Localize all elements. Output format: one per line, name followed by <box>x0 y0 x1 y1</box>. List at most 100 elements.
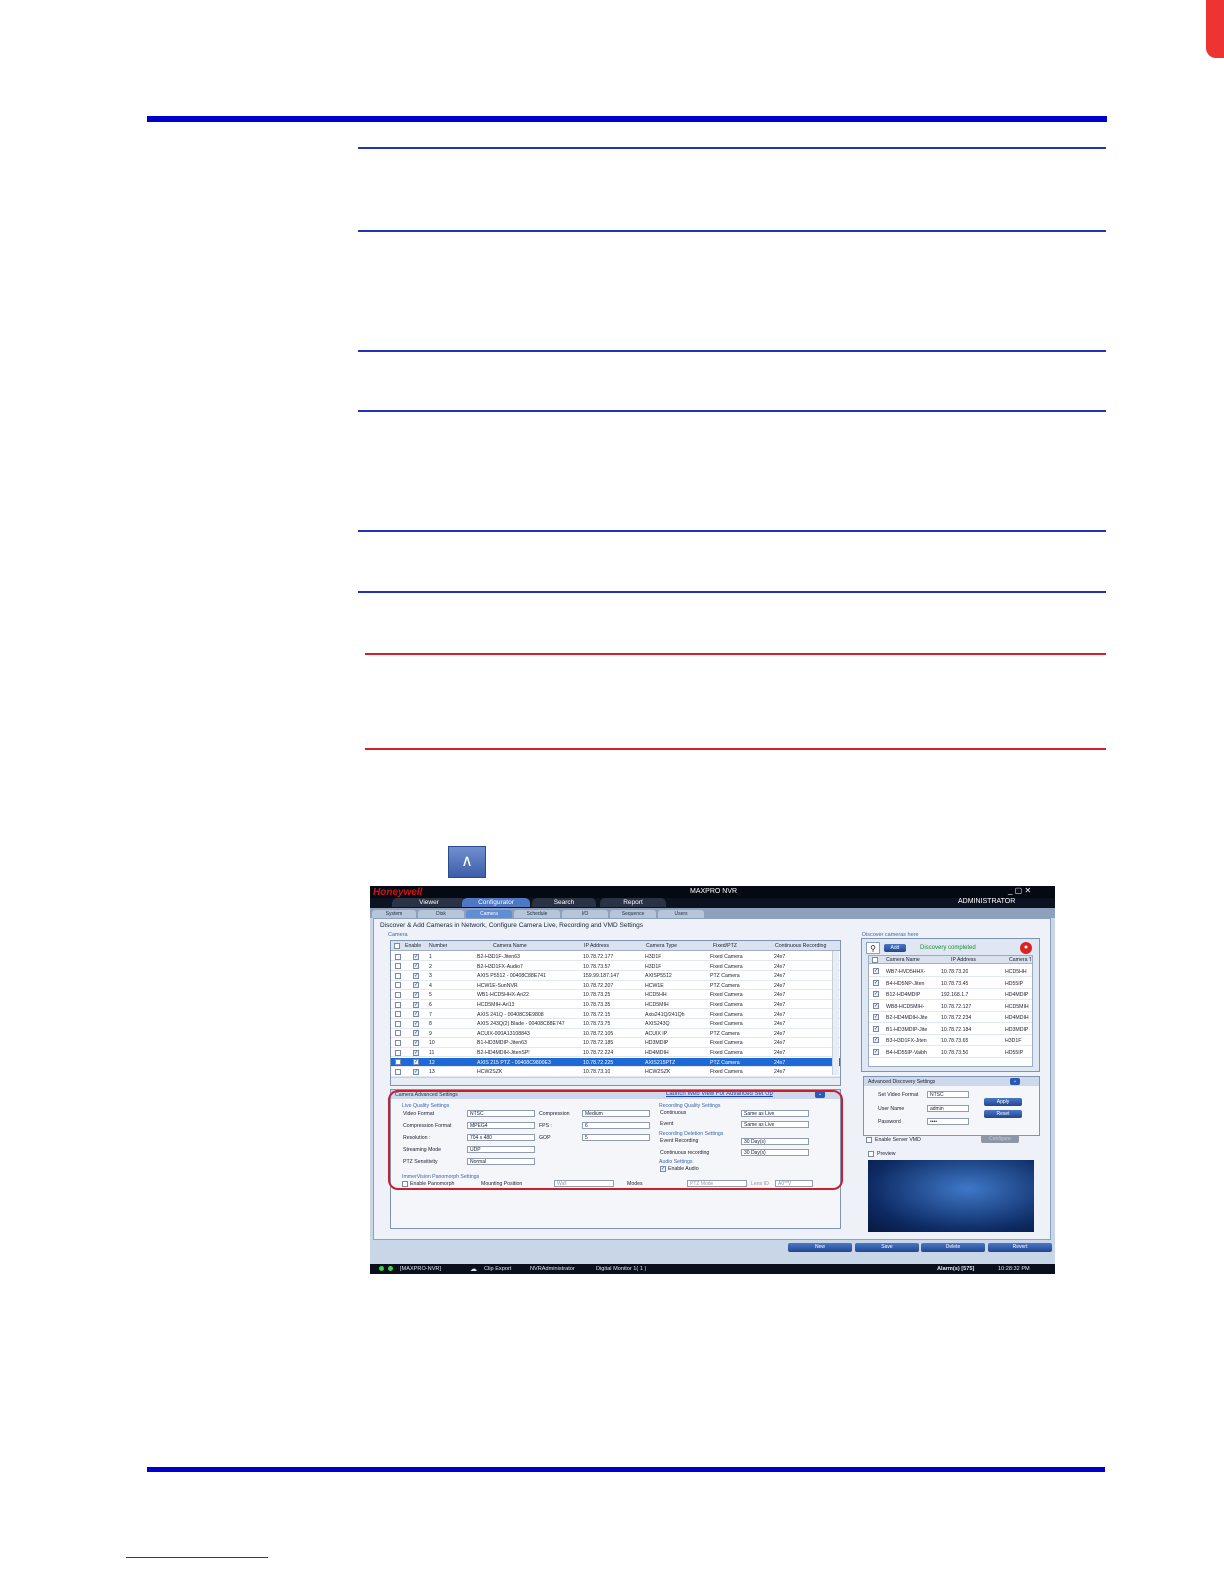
tab-configurator[interactable]: Configurator <box>462 898 530 907</box>
reset-button[interactable]: Reset <box>984 1110 1022 1118</box>
subtab-camera[interactable]: Camera <box>466 910 512 918</box>
discover-row-checkbox[interactable]: ✓ <box>873 968 879 974</box>
col-ip-address[interactable]: IP Address <box>584 943 609 949</box>
apply-button[interactable]: Apply <box>984 1098 1022 1106</box>
tab-report[interactable]: Report <box>600 898 666 907</box>
enable-checkbox[interactable]: ✓ <box>413 953 419 960</box>
table-row[interactable]: ✓ 3 AXIS P5512 - 00408C88E741 159.99.187.14… <box>391 971 840 981</box>
col-continuous-recording[interactable]: Continuous Recording <box>775 943 831 949</box>
enable-checkbox[interactable]: ✓ <box>413 1020 419 1027</box>
discover-row-checkbox[interactable]: ✓ <box>873 979 879 986</box>
discover-col-name[interactable]: Camera Name <box>886 957 920 963</box>
col-fixed-ptz[interactable]: Fixed/PTZ <box>713 943 737 949</box>
table-row[interactable]: ✓ 7 AXIS 241Q - 00408C9E9808 10.78.72.15 Axi… <box>391 1010 840 1019</box>
subtab-system[interactable]: System <box>372 910 416 918</box>
enable-checkbox[interactable]: ✓ <box>413 1011 419 1018</box>
enable-checkbox[interactable]: ✓ <box>413 1068 419 1075</box>
row-select-checkbox[interactable] <box>395 991 401 998</box>
clip-export[interactable]: Clip Export <box>484 1266 511 1272</box>
col-camera-name[interactable]: Camera Name <box>493 943 527 949</box>
search-icon[interactable]: ⚲ <box>866 942 880 954</box>
table-row[interactable]: ✓ 10 B1-HD3MDIP-Jiten63 10.78.72.185 HD3MDIP… <box>391 1038 840 1048</box>
new-button[interactable]: New <box>788 1243 852 1252</box>
enable-checkbox[interactable]: ✓ <box>413 963 419 970</box>
table-vertical-scrollbar[interactable] <box>832 951 839 1075</box>
tab-viewer[interactable]: Viewer <box>392 898 466 907</box>
table-row[interactable]: ✓ 13 HCW2SZK 10.78.73.10 HCW2SZK Fixed Camera… <box>391 1067 840 1077</box>
row-select-checkbox[interactable] <box>395 953 401 960</box>
discover-row[interactable]: ✓ WB8-HCD5MIH- 10.78.72.127 HCD5MIH <box>869 1001 1032 1012</box>
enable-checkbox[interactable]: ✓ <box>413 1049 419 1056</box>
stop-icon[interactable]: ● <box>1020 942 1032 954</box>
enable-checkbox[interactable]: ✓ <box>413 982 419 989</box>
subtab-sequence[interactable]: Sequence <box>610 910 656 918</box>
table-row[interactable]: ✓ 9 ACUIX-000A13108843 10.78.72.105 ACUIX IP… <box>391 1029 840 1039</box>
preview-checkbox[interactable] <box>868 1151 874 1157</box>
table-row[interactable]: ✓ 11 B2-HD4MDIH-JitenSP! 10.78.72.224 HD4MDI… <box>391 1048 840 1058</box>
discover-row[interactable]: ✓ B2-HD4MDIH-Jite 10.78.72.234 HD4MDIH <box>869 1012 1032 1023</box>
row-select-checkbox[interactable] <box>395 1030 401 1037</box>
discover-row[interactable]: ✓ B4-HD55IP-Vaibh 10.78.73.50 HD55IP <box>869 1047 1032 1058</box>
discover-select-all[interactable] <box>872 957 878 963</box>
discover-row-checkbox[interactable]: ✓ <box>873 1025 879 1032</box>
password-input[interactable]: •••• <box>927 1118 969 1125</box>
enable-server-vmd-checkbox[interactable] <box>866 1137 872 1143</box>
window-controls[interactable]: _ ▢ ✕ <box>1008 886 1031 895</box>
row-select-checkbox[interactable] <box>395 1068 401 1075</box>
save-button[interactable]: Save <box>855 1243 919 1252</box>
row-select-checkbox[interactable] <box>395 1049 401 1056</box>
table-row[interactable]: ✓ 1 B2-H3D1F-Jiten63 10.78.72.177 H3D1F Fixed… <box>391 952 840 962</box>
row-select-checkbox[interactable] <box>395 1039 401 1046</box>
row-select-checkbox[interactable] <box>395 972 401 979</box>
subtab-users[interactable]: Users <box>658 910 704 918</box>
table-horizontal-scrollbar[interactable] <box>391 1077 840 1085</box>
row-select-checkbox[interactable] <box>395 982 401 989</box>
enable-checkbox[interactable]: ✓ <box>413 1059 419 1066</box>
row-select-checkbox[interactable] <box>395 1020 401 1027</box>
set-video-format-select[interactable]: NTSC <box>927 1091 969 1098</box>
clip-export-icon[interactable]: ☁ <box>470 1265 477 1273</box>
enable-checkbox[interactable]: ✓ <box>413 972 419 979</box>
enable-checkbox[interactable]: ✓ <box>413 991 419 998</box>
subtab-io[interactable]: I/O <box>562 910 608 918</box>
col-camera-type[interactable]: Camera Type <box>646 943 677 949</box>
adv-discovery-chevron-icon[interactable]: ⌄ <box>1010 1078 1020 1085</box>
subtab-schedule[interactable]: Schedule <box>514 910 560 918</box>
discover-row[interactable]: ✓ B1-HD3MDIP-Jite 10.78.72.184 HD3MDIP <box>869 1024 1032 1035</box>
enable-checkbox[interactable]: ✓ <box>413 1030 419 1037</box>
revert-button[interactable]: Revert <box>988 1243 1052 1252</box>
discover-row-checkbox[interactable]: ✓ <box>873 1037 879 1043</box>
discover-row[interactable]: ✓ B3-H3D1FX-Jiten 10.78.73.65 H3D1F <box>869 1035 1032 1046</box>
table-row[interactable]: ✓ 5 WB1-HCD5HHX-Ari22 10.78.73.25 HCD5HH Fixe… <box>391 990 840 1000</box>
discover-row-checkbox[interactable]: ✓ <box>873 1048 879 1055</box>
user-label[interactable]: ADMINISTRATOR <box>958 898 1015 905</box>
row-select-checkbox[interactable] <box>395 1011 401 1018</box>
user-name-input[interactable]: admin <box>927 1105 969 1112</box>
delete-button[interactable]: Delete <box>921 1243 985 1252</box>
discover-row-checkbox[interactable]: ✓ <box>873 1002 879 1009</box>
discover-row-checkbox[interactable]: ✓ <box>873 1014 879 1020</box>
enable-checkbox[interactable]: ✓ <box>413 1001 419 1008</box>
select-all-checkbox[interactable] <box>394 943 400 949</box>
vmd-configure-button[interactable]: Configure <box>981 1135 1019 1143</box>
row-select-checkbox[interactable] <box>395 1001 401 1008</box>
discover-row[interactable]: ✓ WB7-HVD5HHX- 10.78.73.20 HCD5HH <box>869 966 1032 977</box>
table-row[interactable]: ✓ 6 HCD5MIH-Ari13 10.78.73.35 HCD5MIH Fixed C… <box>391 1000 840 1010</box>
table-row[interactable]: ✓ 12 AXIS 215 PTZ - 00408C9800E3 10.78.72.2… <box>391 1057 840 1067</box>
table-row[interactable]: ✓ 4 HCW1E-SunNVR 10.78.72.207 HCW1E PTZ Camer… <box>391 981 840 991</box>
table-row[interactable]: ✓ 8 AXIS 243Q(2) Blade - 00408C88E747 10.78… <box>391 1019 840 1029</box>
table-row[interactable]: ✓ 2 B2-H3D1FX-Audio7 10.78.73.57 H3D1F Fixed … <box>391 962 840 971</box>
discover-row-checkbox[interactable]: ✓ <box>873 991 879 997</box>
alarm-count[interactable]: Alarm(s) [575] <box>937 1266 974 1272</box>
discover-row[interactable]: ✓ B12-HD4MDIP 192.168.1.7 HD4MDIP <box>869 989 1032 1000</box>
subtab-disk[interactable]: Disk <box>418 910 464 918</box>
col-enable[interactable]: Enable <box>405 943 421 949</box>
col-number[interactable]: Number <box>429 943 447 949</box>
discover-col-type[interactable]: Camera Type <box>1009 957 1031 963</box>
discover-row[interactable]: ✓ B4-HD5NP-Jiten 10.78.73.45 HD55IP <box>869 978 1032 989</box>
row-select-checkbox[interactable] <box>395 963 401 970</box>
tab-search[interactable]: Search <box>532 898 596 907</box>
add-button[interactable]: Add <box>884 944 906 952</box>
row-select-checkbox[interactable] <box>395 1059 401 1066</box>
enable-checkbox[interactable]: ✓ <box>413 1039 419 1046</box>
